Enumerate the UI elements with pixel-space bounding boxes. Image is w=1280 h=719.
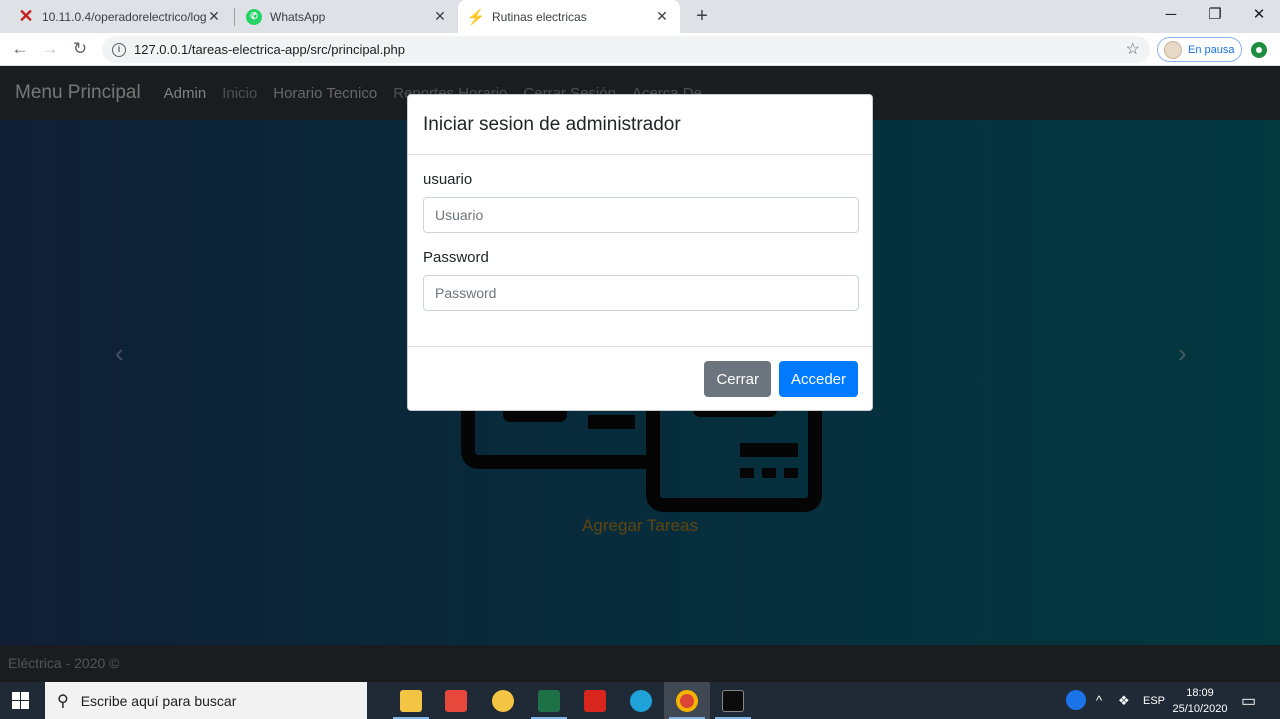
language-indicator[interactable]: ESP: [1143, 682, 1165, 719]
login-button[interactable]: Acceder: [778, 361, 858, 397]
tray-chevron-icon[interactable]: ^: [1096, 682, 1102, 719]
x-favicon-icon: ✕: [18, 6, 34, 26]
extension-icon[interactable]: [1251, 42, 1267, 58]
browser-toolbar: ← → ↻ i 127.0.0.1/tareas-electrica-app/s…: [0, 33, 1280, 66]
tab-rutinas[interactable]: ⚡ Rutinas electricas ✕: [458, 0, 680, 33]
modal-title: Iniciar sesion de administrador: [423, 113, 681, 135]
url-text: 127.0.0.1/tareas-electrica-app/src/princ…: [134, 42, 405, 57]
close-tab-icon[interactable]: ✕: [654, 8, 670, 25]
modal-footer: Cerrar Acceder: [408, 346, 872, 411]
new-tab-button[interactable]: +: [690, 4, 714, 28]
taskbar-clock[interactable]: 18:09 25/10/2020: [1168, 685, 1232, 717]
chrome-icon[interactable]: [676, 690, 698, 712]
minimize-button[interactable]: ─: [1148, 0, 1194, 33]
dropbox-icon[interactable]: ❖: [1118, 682, 1130, 719]
search-placeholder: Escribe aquí para buscar: [80, 692, 237, 709]
file-explorer-icon[interactable]: [400, 690, 422, 712]
close-tab-icon[interactable]: ✕: [432, 8, 448, 25]
tab-title: WhatsApp: [270, 9, 326, 24]
password-label: Password: [423, 249, 489, 266]
tab-whatsapp[interactable]: ✆ WhatsApp ✕: [236, 0, 458, 33]
taskbar-search-input[interactable]: ⚲ Escribe aquí para buscar: [45, 682, 367, 719]
forward-button[interactable]: →: [39, 38, 61, 60]
notification-icon[interactable]: ▭: [1241, 682, 1256, 719]
terminal-icon[interactable]: [722, 690, 744, 712]
edge-icon[interactable]: [630, 690, 652, 712]
lightning-icon: ⚡: [466, 8, 486, 26]
web-page: Menu Principal Admin Inicio Horario Tecn…: [0, 66, 1280, 682]
windows-start-icon[interactable]: [12, 692, 30, 710]
tab-title: 10.11.0.4/operadorelectrico/login: [42, 9, 206, 24]
browser-tab-bar: ✕ 10.11.0.4/operadorelectrico/login ✕ ✆ …: [0, 0, 1280, 33]
help-icon[interactable]: [1066, 690, 1086, 710]
reload-button[interactable]: ↻: [69, 38, 91, 60]
username-input[interactable]: [423, 197, 859, 233]
tab-title: Rutinas electricas: [492, 9, 587, 24]
search-icon: ⚲: [57, 692, 69, 710]
password-input[interactable]: [423, 275, 859, 311]
username-label: usuario: [423, 171, 473, 188]
whatsapp-icon: ✆: [246, 8, 262, 25]
acrobat-icon[interactable]: [584, 690, 606, 712]
clock-time: 18:09: [1186, 687, 1214, 699]
modal-body: usuario Password: [408, 155, 872, 346]
tab-separator: [234, 8, 235, 26]
clock-date: 25/10/2020: [1172, 703, 1228, 715]
windows-taskbar: ⚲ Escribe aquí para buscar ^ ❖ ESP 18:09…: [0, 682, 1280, 719]
admin-login-modal: Iniciar sesion de administrador usuario …: [407, 94, 873, 411]
excel-icon[interactable]: [538, 690, 560, 712]
tab-login[interactable]: ✕ 10.11.0.4/operadorelectrico/login ✕: [8, 0, 232, 33]
profile-button[interactable]: En pausa: [1157, 37, 1242, 62]
avatar: [1164, 40, 1182, 59]
info-icon[interactable]: i: [112, 42, 126, 57]
bookmark-star-icon[interactable]: ☆: [1126, 39, 1140, 59]
git-app-icon[interactable]: [445, 690, 467, 712]
address-bar[interactable]: i 127.0.0.1/tareas-electrica-app/src/pri…: [102, 36, 1150, 63]
close-tab-icon[interactable]: ✕: [206, 8, 222, 25]
browser-app-icon[interactable]: [492, 690, 514, 712]
restore-button[interactable]: ❐: [1192, 0, 1238, 33]
close-window-button[interactable]: ✕: [1236, 0, 1280, 33]
profile-label: En pausa: [1188, 43, 1235, 56]
modal-header: Iniciar sesion de administrador: [408, 95, 872, 155]
close-button[interactable]: Cerrar: [704, 361, 771, 397]
back-button[interactable]: ←: [9, 38, 31, 60]
